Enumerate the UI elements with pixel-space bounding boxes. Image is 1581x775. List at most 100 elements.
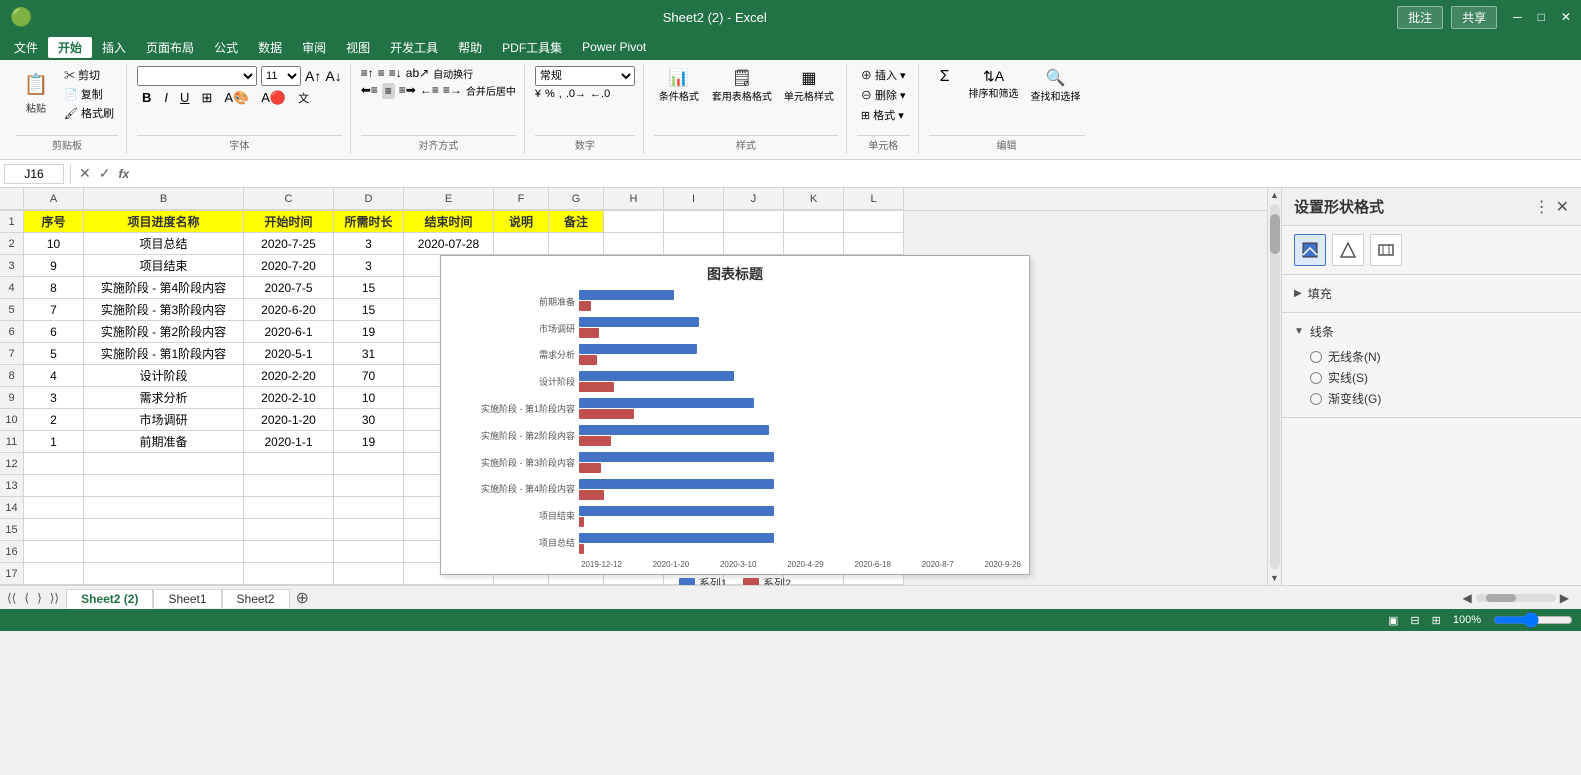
- menu-data[interactable]: 数据: [248, 37, 292, 58]
- currency-button[interactable]: ¥: [535, 88, 541, 100]
- cell-a13[interactable]: [24, 475, 84, 497]
- insert-cells-button[interactable]: ⊕ 插入 ▾: [857, 66, 910, 84]
- cell-d7[interactable]: 31: [334, 343, 404, 365]
- menu-formula[interactable]: 公式: [204, 37, 248, 58]
- cell-c13[interactable]: [244, 475, 334, 497]
- menu-pdf[interactable]: PDF工具集: [492, 37, 572, 58]
- row-header-1[interactable]: 1: [0, 211, 24, 233]
- cell-c8[interactable]: 2020-2-20: [244, 365, 334, 387]
- align-top-button[interactable]: ≡↑: [361, 66, 374, 81]
- scroll-thumb[interactable]: [1270, 214, 1280, 254]
- cell-reference-input[interactable]: [4, 164, 64, 184]
- col-header-g[interactable]: G: [549, 188, 604, 210]
- row-header-7[interactable]: 7: [0, 343, 24, 365]
- cell-a16[interactable]: [24, 541, 84, 563]
- row-header-12[interactable]: 12: [0, 453, 24, 475]
- h-scroll-thumb[interactable]: [1486, 594, 1516, 602]
- merge-center-button[interactable]: 合并后居中: [466, 83, 516, 99]
- font-size-select[interactable]: 11: [261, 66, 301, 86]
- minimize-button[interactable]: ─: [1513, 10, 1522, 24]
- bold-button[interactable]: B: [137, 88, 156, 107]
- chart-container[interactable]: 图表标题 前期准备 市场调研 需求分析 设计阶段 实施阶段 - 第1阶段内容 实…: [440, 255, 1030, 575]
- cell-c11[interactable]: 2020-1-1: [244, 431, 334, 453]
- scroll-down-button[interactable]: ▼: [1268, 571, 1282, 585]
- orientation-button[interactable]: ab↗: [406, 66, 429, 81]
- cell-c6[interactable]: 2020-6-1: [244, 321, 334, 343]
- sheet-prev-button[interactable]: ⟨: [21, 591, 32, 605]
- col-header-b[interactable]: B: [84, 188, 244, 210]
- cell-a12[interactable]: [24, 453, 84, 475]
- cell-c1[interactable]: 开始时间: [244, 211, 334, 233]
- sheet-tab-sheet2-2[interactable]: Sheet2 (2): [66, 589, 153, 609]
- row-header-10[interactable]: 10: [0, 409, 24, 431]
- shape-fill-icon[interactable]: [1294, 234, 1326, 266]
- cell-a10[interactable]: 2: [24, 409, 84, 431]
- cell-c10[interactable]: 2020-1-20: [244, 409, 334, 431]
- h-scroll-track[interactable]: [1476, 594, 1556, 602]
- sum-button[interactable]: Σ: [929, 66, 961, 105]
- copy-button[interactable]: 📄 复制: [60, 85, 118, 103]
- share-button[interactable]: 共享: [1451, 6, 1497, 29]
- menu-home[interactable]: 开始: [48, 37, 92, 58]
- decimal-increase-button[interactable]: .0→: [566, 88, 586, 100]
- menu-file[interactable]: 文件: [4, 37, 48, 58]
- view-normal-icon[interactable]: ▣: [1388, 614, 1398, 627]
- cell-a2[interactable]: 10: [24, 233, 84, 255]
- format-paint-button[interactable]: 🖌 格式刷: [60, 104, 118, 122]
- sheet-last-button[interactable]: ⟩⟩: [47, 591, 62, 605]
- cell-b2[interactable]: 项目总结: [84, 233, 244, 255]
- number-format-select[interactable]: 常规: [535, 66, 635, 86]
- cell-b6[interactable]: 实施阶段 - 第2阶段内容: [84, 321, 244, 343]
- view-layout-icon[interactable]: ⊟: [1410, 614, 1419, 627]
- cell-a14[interactable]: [24, 497, 84, 519]
- font-shrink-button[interactable]: A↓: [325, 68, 341, 84]
- cell-a4[interactable]: 8: [24, 277, 84, 299]
- cut-button[interactable]: ✂ 剪切: [60, 66, 118, 84]
- scroll-track[interactable]: [1270, 204, 1280, 569]
- row-header-17[interactable]: 17: [0, 563, 24, 585]
- cell-d12[interactable]: [334, 453, 404, 475]
- cancel-formula-icon[interactable]: ✕: [77, 165, 93, 182]
- align-right-button[interactable]: ≡➡: [399, 83, 416, 99]
- gradient-line-radio[interactable]: [1310, 393, 1322, 405]
- formula-input[interactable]: [135, 167, 1577, 181]
- cell-b3[interactable]: 项目结束: [84, 255, 244, 277]
- cell-l1[interactable]: [844, 211, 904, 233]
- cell-a9[interactable]: 3: [24, 387, 84, 409]
- cell-c4[interactable]: 2020-7-5: [244, 277, 334, 299]
- row-header-6[interactable]: 6: [0, 321, 24, 343]
- phonetic-button[interactable]: 文: [294, 89, 313, 107]
- align-bottom-button[interactable]: ≡↓: [389, 66, 402, 81]
- delete-cells-button[interactable]: ⊖ 删除 ▾: [857, 86, 910, 104]
- cell-g2[interactable]: [549, 233, 604, 255]
- row-header-5[interactable]: 5: [0, 299, 24, 321]
- sheet-next-button[interactable]: ⟩: [34, 591, 45, 605]
- cell-i2[interactable]: [664, 233, 724, 255]
- cell-b7[interactable]: 实施阶段 - 第1阶段内容: [84, 343, 244, 365]
- find-button[interactable]: 🔍 查找和选择: [1027, 66, 1085, 105]
- cell-d4[interactable]: 15: [334, 277, 404, 299]
- row-header-9[interactable]: 9: [0, 387, 24, 409]
- font-grow-button[interactable]: A↑: [305, 68, 321, 84]
- cell-b14[interactable]: [84, 497, 244, 519]
- cell-c12[interactable]: [244, 453, 334, 475]
- panel-close-icon[interactable]: ✕: [1556, 197, 1569, 217]
- font-name-select[interactable]: 宋体: [137, 66, 257, 86]
- col-header-a[interactable]: A: [24, 188, 84, 210]
- cell-a15[interactable]: [24, 519, 84, 541]
- col-header-e[interactable]: E: [404, 188, 494, 210]
- sheet-first-button[interactable]: ⟨⟨: [4, 591, 19, 605]
- row-header-16[interactable]: 16: [0, 541, 24, 563]
- cell-d13[interactable]: [334, 475, 404, 497]
- cell-a5[interactable]: 7: [24, 299, 84, 321]
- align-left-button[interactable]: ⬅≡: [361, 83, 378, 99]
- line-section-header[interactable]: ▼ 线条: [1294, 319, 1569, 344]
- confirm-formula-icon[interactable]: ✓: [97, 165, 113, 182]
- menu-powerpivot[interactable]: Power Pivot: [572, 38, 656, 56]
- table-format-button[interactable]: 🗒 套用表格格式: [708, 66, 776, 105]
- cell-k1[interactable]: [784, 211, 844, 233]
- col-header-l[interactable]: L: [844, 188, 904, 210]
- col-header-j[interactable]: J: [724, 188, 784, 210]
- cell-d5[interactable]: 15: [334, 299, 404, 321]
- cell-d3[interactable]: 3: [334, 255, 404, 277]
